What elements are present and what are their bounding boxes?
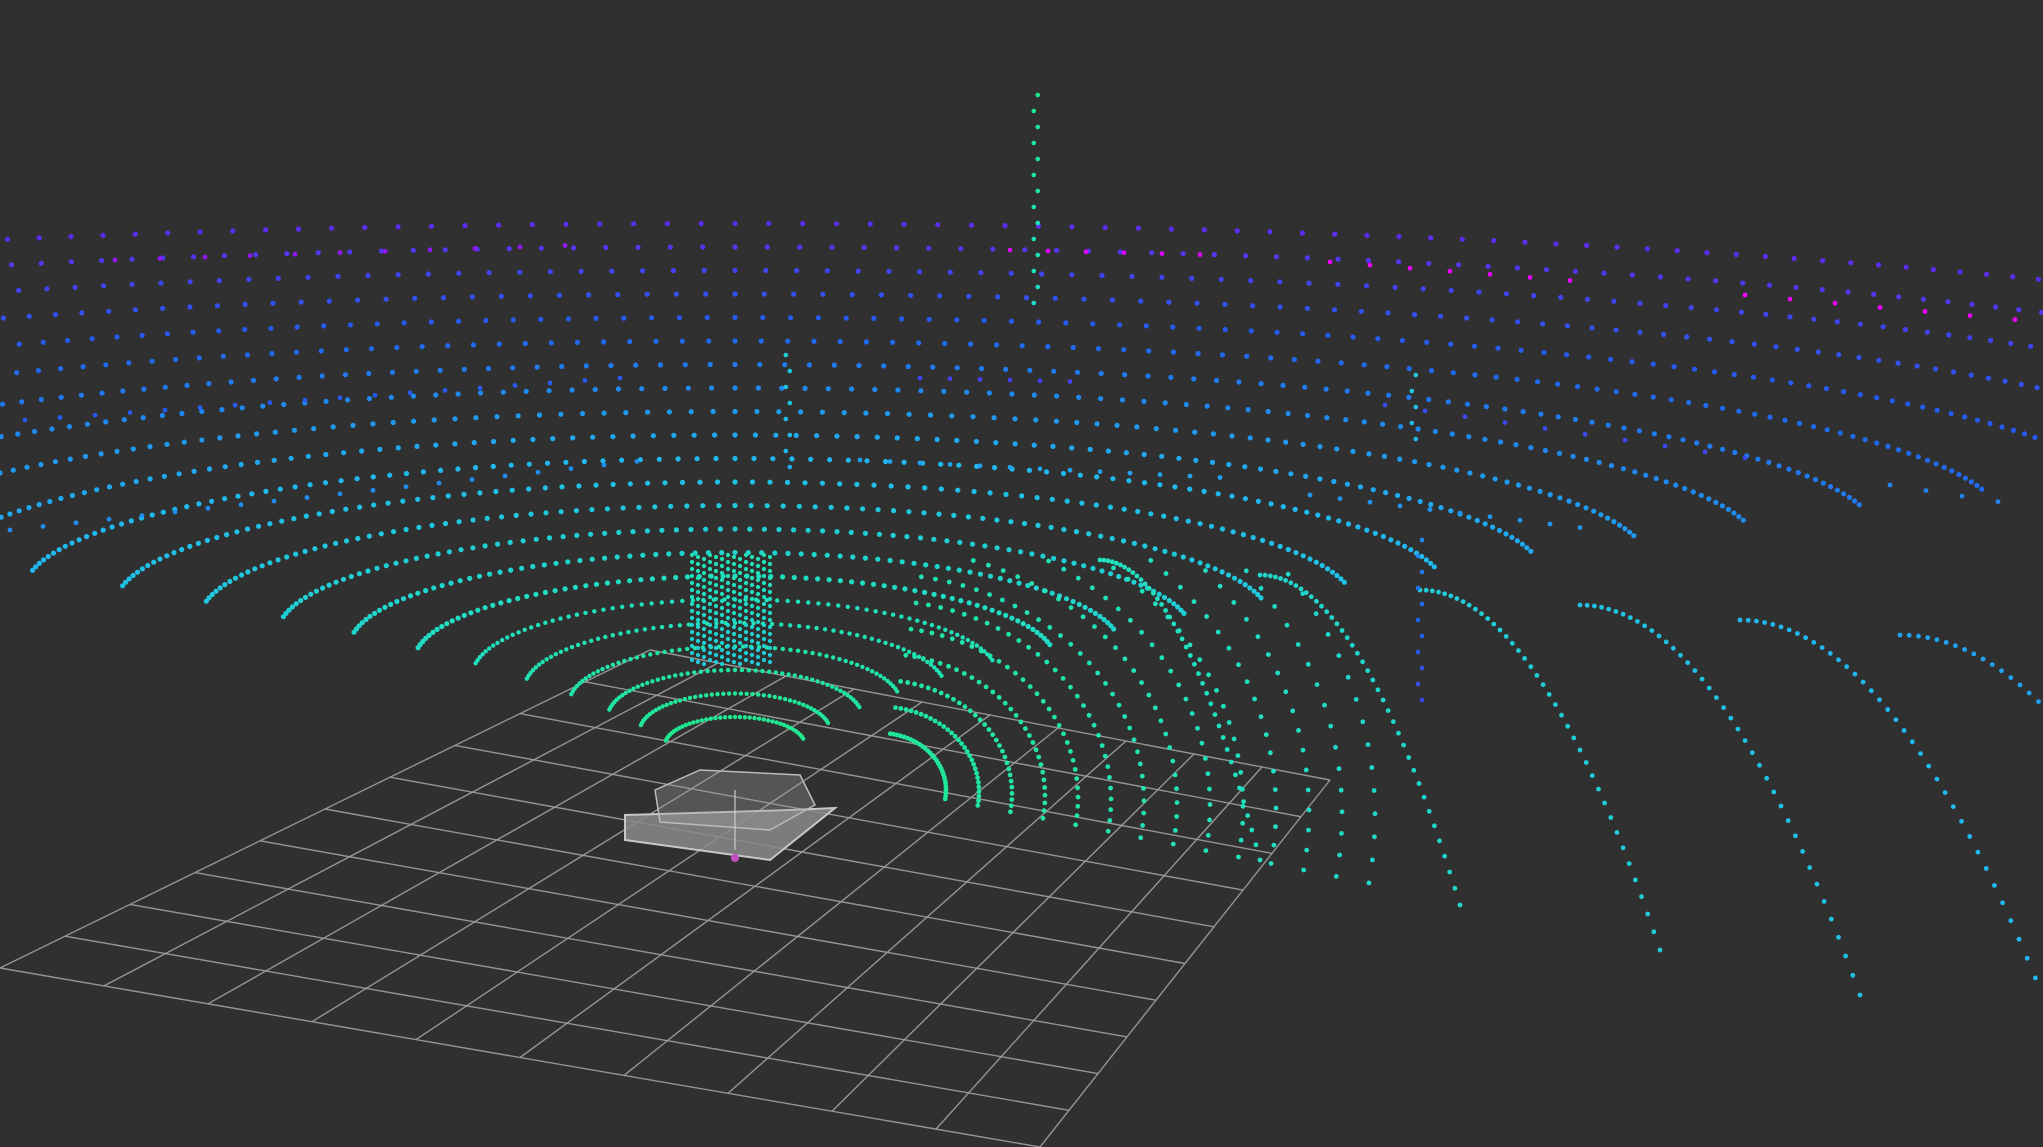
point-cloud-scene[interactable] <box>0 0 2043 1147</box>
grid-line <box>1039 779 1331 1147</box>
robot-model <box>624 769 839 862</box>
grid-line <box>831 753 1195 1112</box>
robot-origin-marker <box>731 854 739 862</box>
grid-line <box>129 903 1099 1075</box>
grid-line <box>64 935 1070 1111</box>
grid-line <box>0 967 1041 1147</box>
3d-viewport[interactable] <box>0 0 2043 1147</box>
grid-line <box>259 840 1157 1001</box>
grid-line <box>194 871 1128 1038</box>
lidar-point-cloud <box>0 92 2043 998</box>
ground-grid <box>0 649 1331 1147</box>
